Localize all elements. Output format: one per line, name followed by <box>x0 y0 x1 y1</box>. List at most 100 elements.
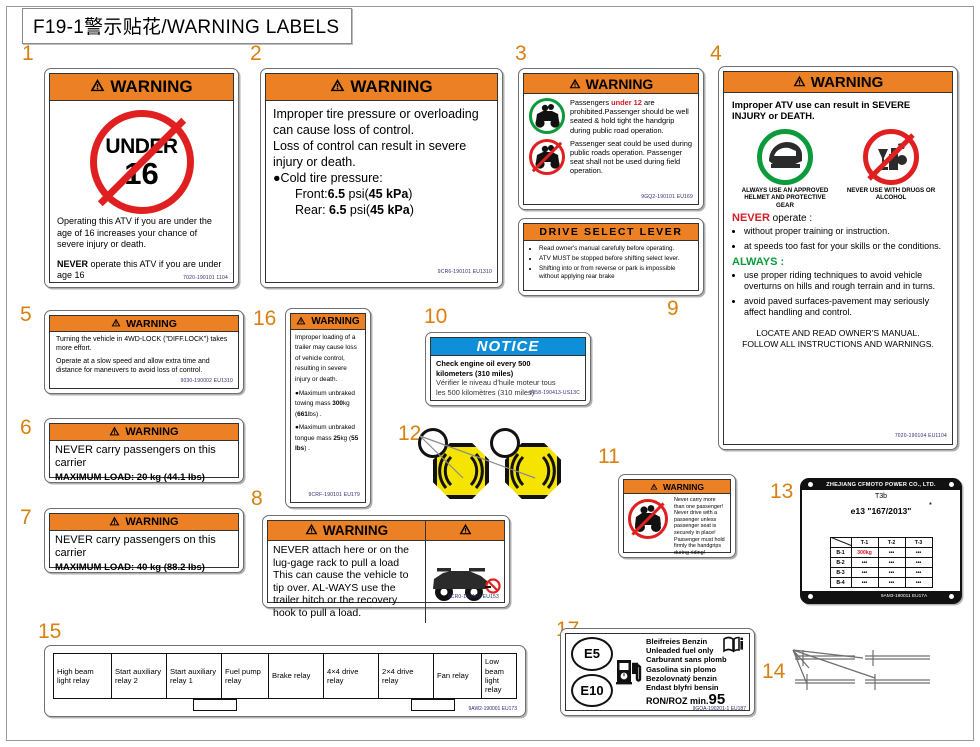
warning-label-8[interactable]: WARNING NEVER attach here or on the lug-… <box>262 515 510 623</box>
table-cell: ••• <box>904 567 933 578</box>
warning-header-3-text: WARNING <box>585 75 654 92</box>
fuel-label-17[interactable]: E5 E10 Bleifreies Benzin Unleaded fuel o… <box>560 628 755 716</box>
label-3-body: Passengers under 12 are prohibited.Passe… <box>524 94 698 204</box>
rear-unit: psi( <box>346 203 371 217</box>
ethanol-badges: E5 E10 <box>570 637 614 707</box>
warning-header-5: WARNING <box>50 316 238 332</box>
warning-triangle-icon <box>296 316 306 328</box>
rear-value: 6.5 <box>329 203 347 217</box>
warning-header-2: WARNING <box>266 74 497 101</box>
helmet-required-icon <box>757 129 813 185</box>
tire-line-2: Loss of control can result in severe inj… <box>273 139 467 169</box>
plate-load-table: T-1 T-2 T-3 B-1 300kg ••• ••• B-2 ••• ••… <box>829 537 933 588</box>
no-alcohol-caption: NEVER USE WITH DRUGS OR ALCOHOL <box>846 187 936 202</box>
table-cell: ••• <box>904 547 933 558</box>
tire-line-1: Improper tire pressure or overloading ca… <box>273 107 479 137</box>
prohibition-ring <box>628 499 668 539</box>
warning-header-7-text: WARNING <box>125 516 179 528</box>
warning-triangle-icon <box>305 523 318 538</box>
drive-select-lever-label[interactable]: DRIVE SELECT LEVER Read owner's manual c… <box>518 218 704 296</box>
warning-label-7[interactable]: WARNING NEVER carry passengers on this c… <box>44 508 244 573</box>
table-cell: ••• <box>877 557 906 568</box>
passenger-text-2: Passenger seat could be used during publ… <box>570 138 693 176</box>
col-header: T-2 <box>877 537 906 548</box>
notice-header: NOTICE <box>431 338 585 357</box>
warning-header-16: WARNING <box>291 314 365 330</box>
e5-badge: E5 <box>571 637 613 671</box>
never-strong: NEVER <box>57 258 89 269</box>
warning-header-4: WARNING <box>724 72 952 93</box>
label-7-body: NEVER carry passengers on this carrier M… <box>50 531 238 577</box>
ron-row: RON/ROZ min.95 <box>646 692 745 707</box>
warning-header-3: WARNING <box>524 74 698 94</box>
helmet-icon-block: ALWAYS USE AN APPROVED HELMET AND PROTEC… <box>739 129 831 209</box>
fuel-label-inner: E5 E10 Bleifreies Benzin Unleaded fuel o… <box>565 633 750 711</box>
table-row: B-2 ••• ••• ••• <box>829 557 933 568</box>
passenger-seated-ok-icon <box>529 98 565 134</box>
col-header: T-1 <box>850 537 879 548</box>
label-5-body: Turning the vehicle in 4WD-LOCK ("DIFF.L… <box>50 332 238 388</box>
warning-label-4[interactable]: WARNING Improper ATV use can result in S… <box>718 66 958 450</box>
row-label: B-1 <box>829 547 852 558</box>
warning-header-1-text: WARNING <box>110 77 193 96</box>
warning-label-2[interactable]: WARNING Improper tire pressure or overlo… <box>260 68 503 288</box>
warning-label-6[interactable]: WARNING NEVER carry passengers on this c… <box>44 418 244 483</box>
diff-lock-para-2: Operate at a slow speed and allow extra … <box>56 358 210 374</box>
rack-frame-drawing-14[interactable] <box>785 648 965 712</box>
plate-type-code: T3b <box>874 493 888 500</box>
part-number-4: 7020-190104 EU1104 <box>894 433 947 439</box>
helmet-caption: ALWAYS USE AN APPROVED HELMET AND PROTEC… <box>741 187 829 209</box>
warning-triangle-icon <box>90 77 105 97</box>
rear-label: Rear: <box>295 203 330 217</box>
always-list: use proper riding techniques to avoid ve… <box>732 270 944 318</box>
list-item: use proper riding techniques to avoid ve… <box>744 270 944 292</box>
callout-7: 7 <box>20 506 32 529</box>
warning-label-5[interactable]: WARNING Turning the vehicle in 4WD-LOCK … <box>44 310 244 394</box>
relay-box-label-15[interactable]: High beam light relay Start auxiliary re… <box>44 645 526 717</box>
fuel-line: Carburant sans plomb <box>646 655 727 665</box>
never-list: without proper training or instruction. … <box>732 226 944 252</box>
parts-catalog-page: F19-1警示贴花/WARNING LABELS 1 2 3 4 5 6 7 8… <box>0 0 980 747</box>
table-cell: ••• <box>904 577 933 588</box>
plate-company-header: ZHEJIANG CFMOTO POWER CO., LTD. <box>802 480 960 490</box>
carrier-text-7: NEVER carry passengers on this carrier <box>55 534 216 559</box>
warning-header-1: WARNING <box>50 74 233 101</box>
part-number-13: 9AM3-190011 EU17A <box>880 594 928 599</box>
label-10-inner: NOTICE Check engine oil every 500 kilome… <box>430 337 586 401</box>
warning-label-1[interactable]: WARNING UNDER 16 Operating this ATV if y… <box>44 68 239 288</box>
oil-fr-1: Vérifier le niveau d’huile moteur tous <box>436 378 556 388</box>
list-item: avoid paved surfaces-pavement may seriou… <box>744 296 944 318</box>
oil-en-1: Check engine oil every 500 <box>436 359 531 369</box>
callout-5: 5 <box>20 303 32 326</box>
label-11-text: Never carry more than one passenger! Nev… <box>674 497 725 556</box>
plate-footer: 9AM3-190011 EU17A <box>802 591 960 602</box>
footer-line-1: LOCATE AND READ OWNER'S MANUAL. <box>756 328 920 339</box>
warning-label-3[interactable]: WARNING Passengers under 12 are prohibit… <box>518 68 704 210</box>
under-16-graphic: UNDER 16 <box>57 106 226 216</box>
label-4-body: Improper ATV use can result in SEVERE IN… <box>724 93 952 444</box>
warning-header-2-text: WARNING <box>350 77 433 96</box>
plate-rivet-bottom-left <box>808 594 813 599</box>
label-4-footer: LOCATE AND READ OWNER'S MANUAL. FOLLOW A… <box>732 328 944 349</box>
relay-cell: Low beam light relay <box>485 657 504 695</box>
no-alcohol-icon-block: NEVER USE WITH DRUGS OR ALCOHOL <box>845 129 937 209</box>
label-7-inner: WARNING NEVER carry passengers on this c… <box>49 513 239 573</box>
callout-3: 3 <box>515 42 527 65</box>
callout-6: 6 <box>20 416 32 439</box>
warning-label-11[interactable]: WARNING Never carry more than one passen… <box>618 474 736 558</box>
warning-label-16[interactable]: WARNING Improper loading of a trailer ma… <box>285 308 371 508</box>
relay-cell: Brake relay <box>269 654 324 698</box>
notice-label-10[interactable]: NOTICE Check engine oil every 500 kilome… <box>425 332 591 406</box>
manufacturer-plate-13[interactable]: ZHEJIANG CFMOTO POWER CO., LTD. T3b e13 … <box>800 478 962 604</box>
warning-header-11: WARNING <box>624 480 730 494</box>
callout-11: 11 <box>598 445 620 468</box>
label-5-inner: WARNING Turning the vehicle in 4WD-LOCK … <box>49 315 239 389</box>
label-8-left: WARNING NEVER attach here or on the lug-… <box>268 521 426 623</box>
list-item: Shifting into or from reverse or park is… <box>539 265 692 281</box>
label-8-inner: WARNING NEVER attach here or on the lug-… <box>267 520 505 623</box>
warning-header-4-text: WARNING <box>810 73 884 91</box>
label-3-inner: WARNING Passengers under 12 are prohibit… <box>523 73 699 205</box>
table-cell: ••• <box>877 547 906 558</box>
part-number-2: 9CR6-190101 EU1310 <box>437 269 492 275</box>
drive-select-list: Read owner's manual carefully before ope… <box>530 245 692 281</box>
